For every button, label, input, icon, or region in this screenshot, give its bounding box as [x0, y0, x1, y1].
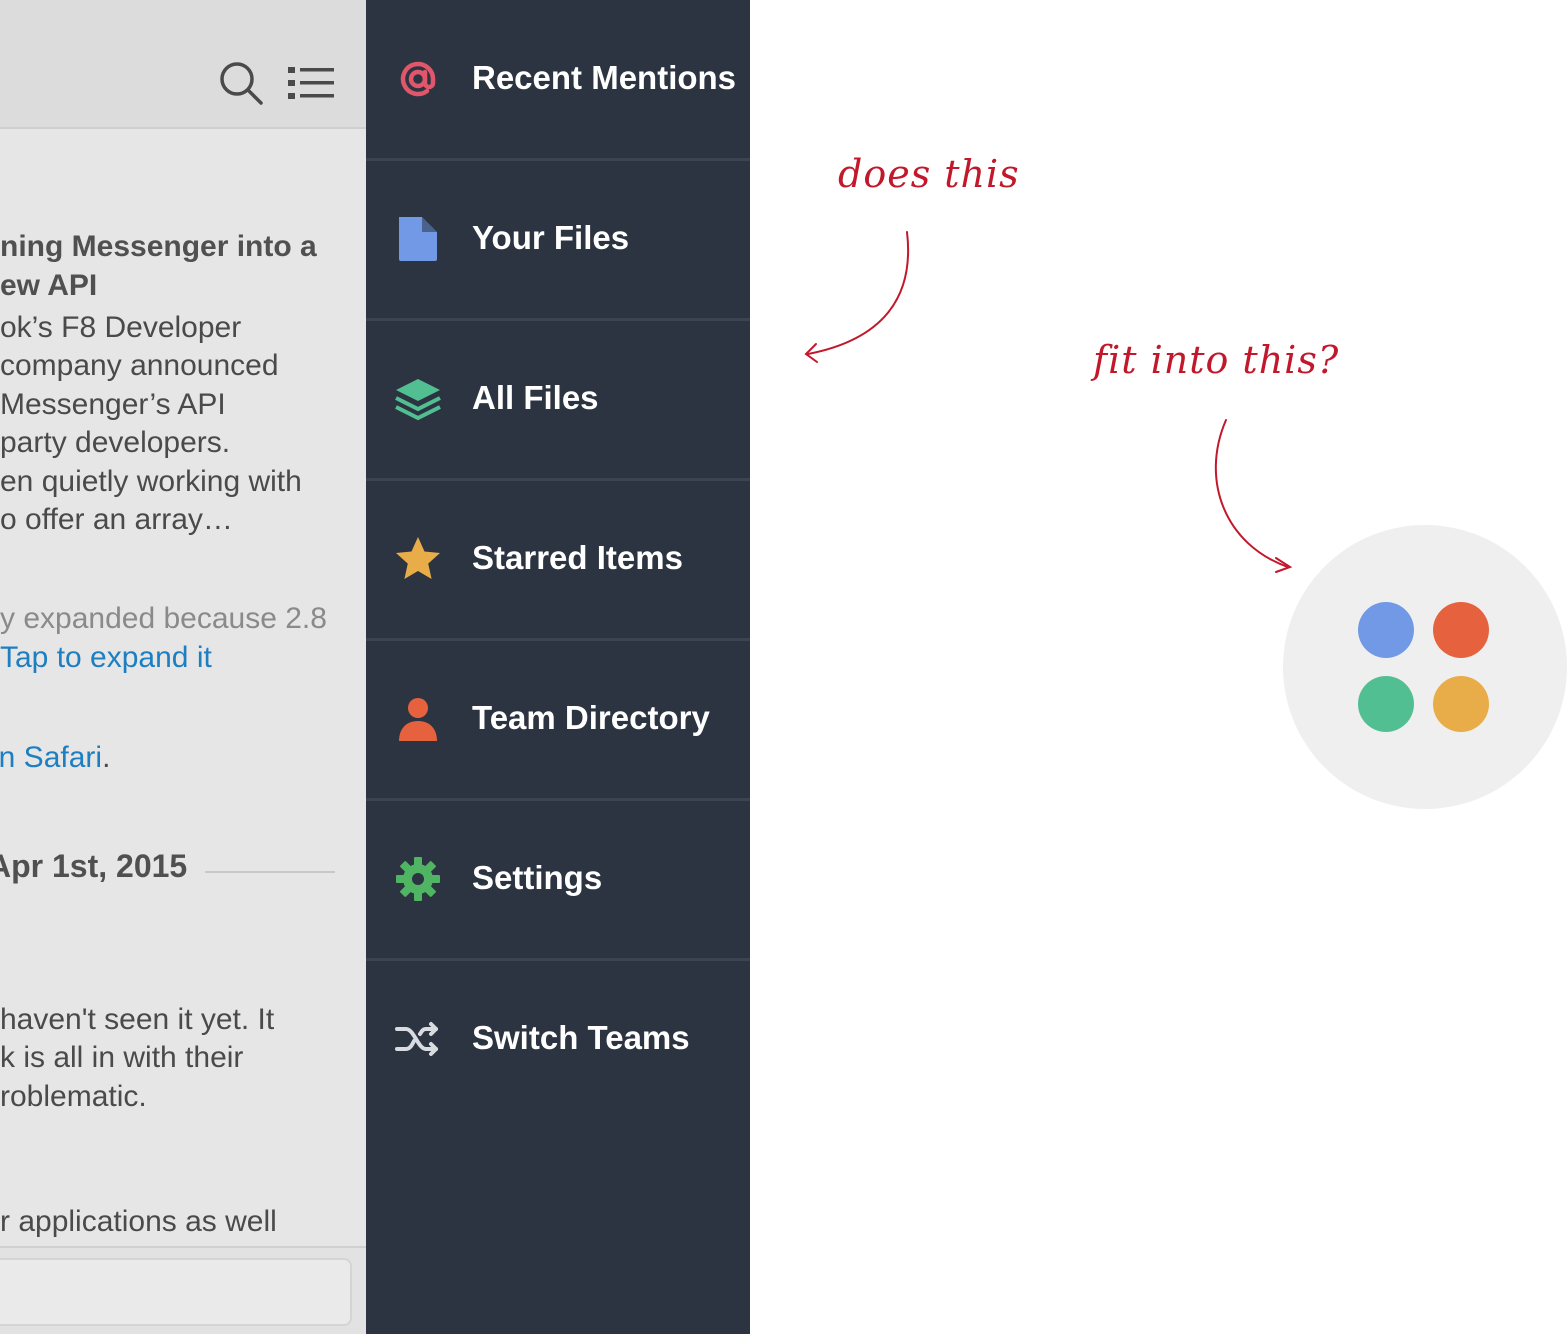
blue-dot	[1358, 602, 1414, 658]
shuffle-icon	[395, 1022, 438, 1056]
open-in-safari: in Safari.	[0, 739, 118, 778]
message-body-line: haven't seen it yet. It	[0, 1003, 275, 1036]
collapse-notice: y expanded because 2.8	[0, 602, 327, 635]
star-icon	[396, 537, 440, 579]
menu-item-switch-teams[interactable]: Switch Teams	[366, 960, 750, 1118]
date-label: Apr 1st, 2015	[0, 848, 188, 884]
chat-panel: ning Messenger into a ew API ok’s F8 Dev…	[0, 0, 366, 1334]
menu-item-label: Settings	[472, 859, 603, 897]
message-body-line: party developers.	[0, 426, 231, 459]
trailing-period: .	[102, 741, 111, 774]
menu-item-label: Your Files	[472, 219, 630, 257]
menu-item-all-files[interactable]: All Files	[366, 320, 750, 481]
message-body-line: en quietly working with	[0, 465, 302, 498]
yellow-dot	[1433, 676, 1489, 732]
message-title-line: ning Messenger into a	[0, 230, 317, 263]
layers-icon	[395, 379, 441, 421]
green-dot	[1358, 676, 1414, 732]
menu-item-team-directory[interactable]: Team Directory	[366, 640, 750, 801]
expand-link[interactable]: Tap to expand it	[0, 639, 212, 678]
message-body-line: ok’s F8 Developer	[0, 311, 242, 344]
list-icon[interactable]	[288, 60, 336, 106]
menu-item-label: Switch Teams	[472, 1019, 690, 1057]
message-input[interactable]	[0, 1258, 352, 1326]
menu-item-label: Starred Items	[472, 539, 683, 577]
message-title-line: ew API	[0, 269, 98, 302]
search-icon[interactable]	[218, 60, 264, 106]
chat-header	[0, 0, 366, 129]
message-composer	[0, 1246, 366, 1334]
message-body-line: k is all in with their	[0, 1041, 244, 1074]
menu-item-your-files[interactable]: Your Files	[366, 160, 750, 321]
message-body-line: Messenger’s API	[0, 388, 226, 421]
menu-item-label: All Files	[472, 379, 599, 417]
divider-line	[205, 871, 335, 873]
message-body-line: o offer an array…	[0, 503, 233, 536]
message-body-line: company announced	[0, 349, 279, 382]
person-icon	[399, 698, 437, 741]
menu-item-starred-items[interactable]: Starred Items	[366, 480, 750, 641]
red-dot	[1433, 602, 1489, 658]
date-divider: Apr 1st, 2015	[0, 848, 340, 892]
message-body-line: roblematic.	[0, 1080, 147, 1113]
menu-item-label: Team Directory	[472, 699, 710, 737]
arrow-to-app-icon	[1214, 419, 1289, 568]
message-body-line: r applications as well	[0, 1205, 277, 1238]
menu-item-settings[interactable]: Settings	[366, 800, 750, 961]
app-icon	[1283, 525, 1567, 809]
menu-item-recent-mentions[interactable]: Recent Mentions	[366, 0, 750, 161]
menu-item-label: Recent Mentions	[472, 59, 737, 97]
at-icon	[400, 61, 436, 97]
open-in-safari-link[interactable]: in Safari	[0, 741, 102, 774]
gear-icon	[396, 857, 440, 901]
file-icon	[399, 217, 437, 261]
side-menu: Recent Mentions Your Files All Files Sta…	[366, 0, 750, 1334]
arrow-to-menu	[807, 231, 910, 355]
